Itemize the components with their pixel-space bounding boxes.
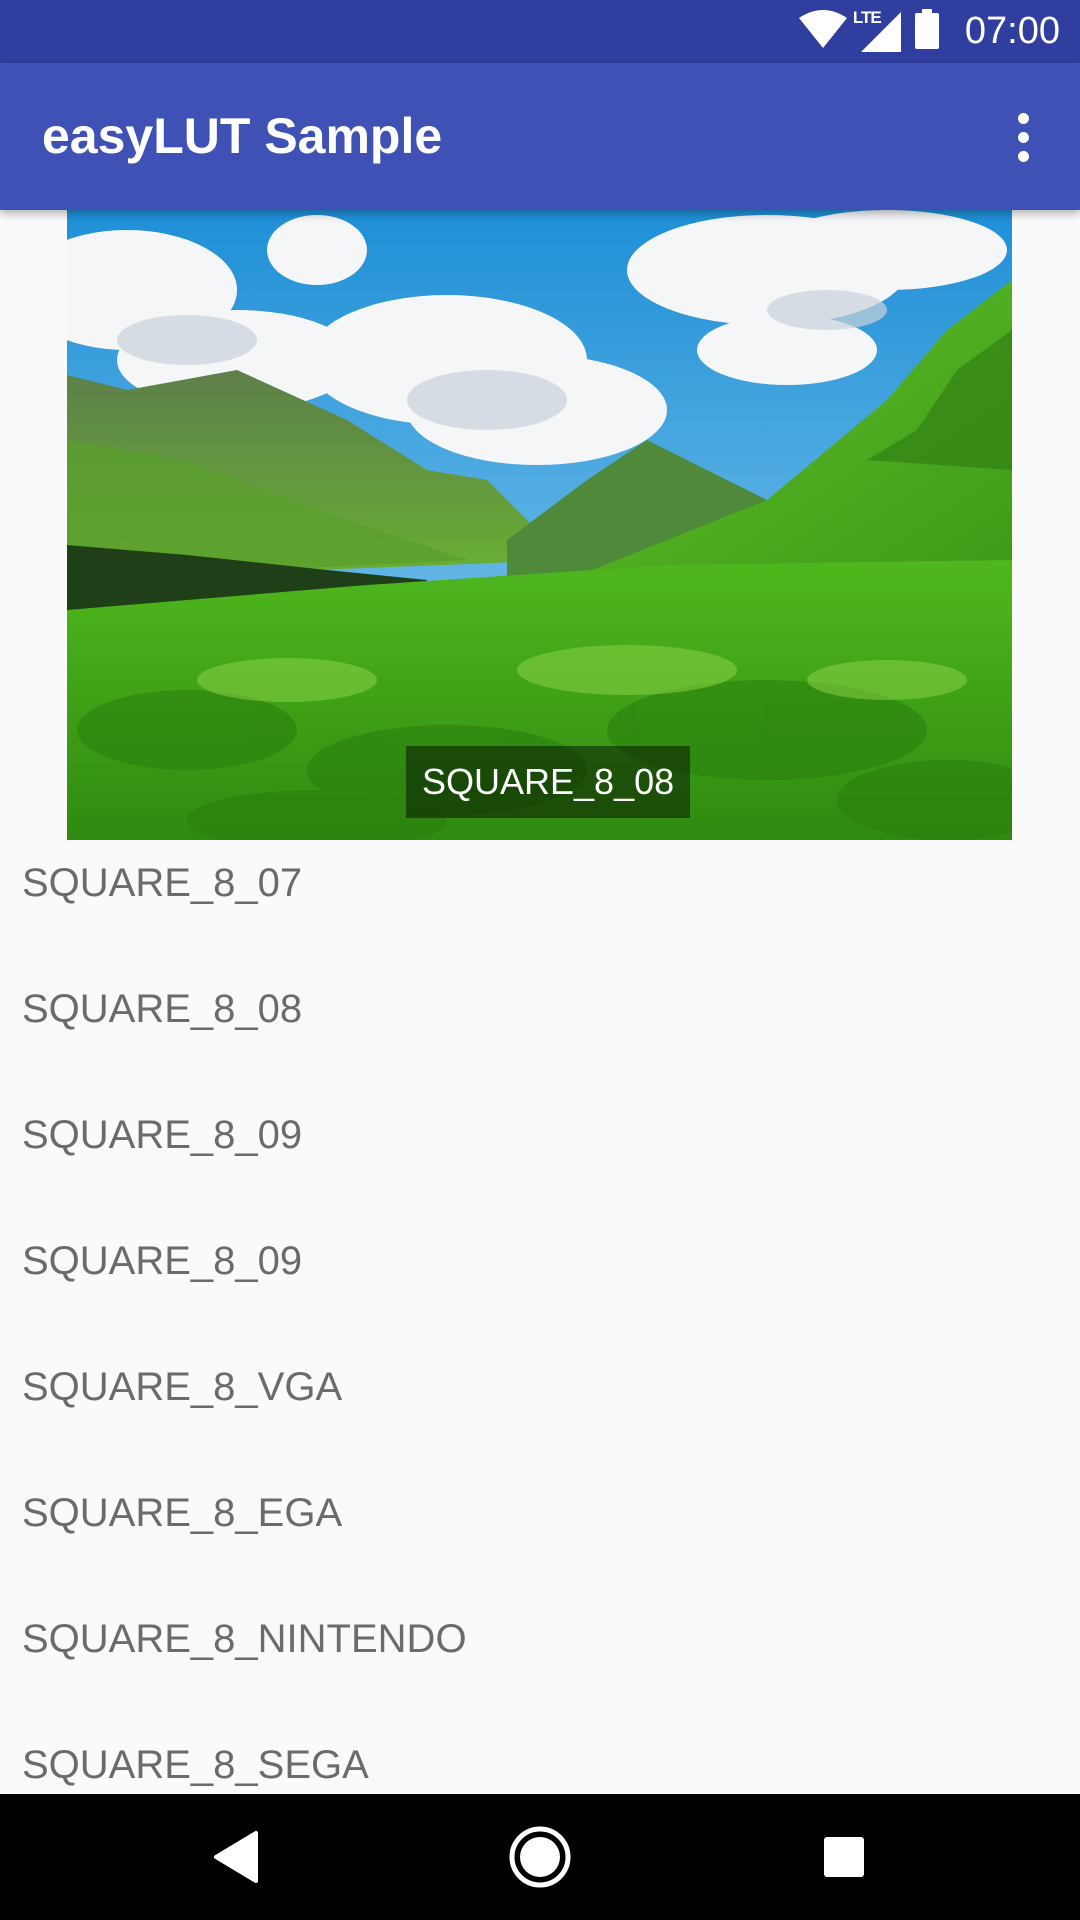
status-bar: LTE 07:00: [0, 0, 1080, 63]
more-vert-icon-dot: [1017, 131, 1029, 143]
app-title: easyLUT Sample: [42, 108, 443, 164]
list-item[interactable]: SQUARE_8_08: [0, 946, 1080, 1072]
list-item[interactable]: SQUARE_8_09: [0, 1198, 1080, 1324]
cell-signal-icon: LTE: [853, 8, 901, 52]
back-button[interactable]: [204, 1825, 268, 1889]
preview-image: SQUARE_8_08: [67, 210, 1012, 840]
recents-icon: [824, 1837, 864, 1877]
navigation-bar: [0, 1794, 1080, 1920]
more-vert-icon-dot: [1017, 150, 1029, 162]
status-time: 07:00: [964, 10, 1060, 52]
home-button[interactable]: [508, 1825, 572, 1889]
app-bar: easyLUT Sample: [0, 63, 1080, 210]
overflow-menu-button[interactable]: [988, 99, 1058, 175]
preview-caption: SQUARE_8_08: [406, 746, 691, 818]
list-item[interactable]: SQUARE_8_VGA: [0, 1324, 1080, 1450]
filter-list[interactable]: SQUARE_8_07 SQUARE_8_08 SQUARE_8_09 SQUA…: [0, 820, 1080, 1794]
back-icon: [214, 1831, 258, 1883]
list-item[interactable]: SQUARE_8_EGA: [0, 1450, 1080, 1576]
home-icon: [509, 1826, 571, 1888]
wifi-icon: [798, 10, 847, 53]
list-item[interactable]: SQUARE_8_SEGA: [0, 1702, 1080, 1794]
list-item[interactable]: SQUARE_8_09: [0, 1072, 1080, 1198]
status-icons: LTE 07:00: [798, 0, 1060, 63]
battery-icon: [914, 9, 939, 54]
network-type-label: LTE: [852, 7, 882, 27]
list-item[interactable]: SQUARE_8_07: [0, 820, 1080, 946]
more-vert-icon: [1017, 112, 1029, 124]
list-item[interactable]: SQUARE_8_NINTENDO: [0, 1576, 1080, 1702]
recents-button[interactable]: [812, 1825, 876, 1889]
